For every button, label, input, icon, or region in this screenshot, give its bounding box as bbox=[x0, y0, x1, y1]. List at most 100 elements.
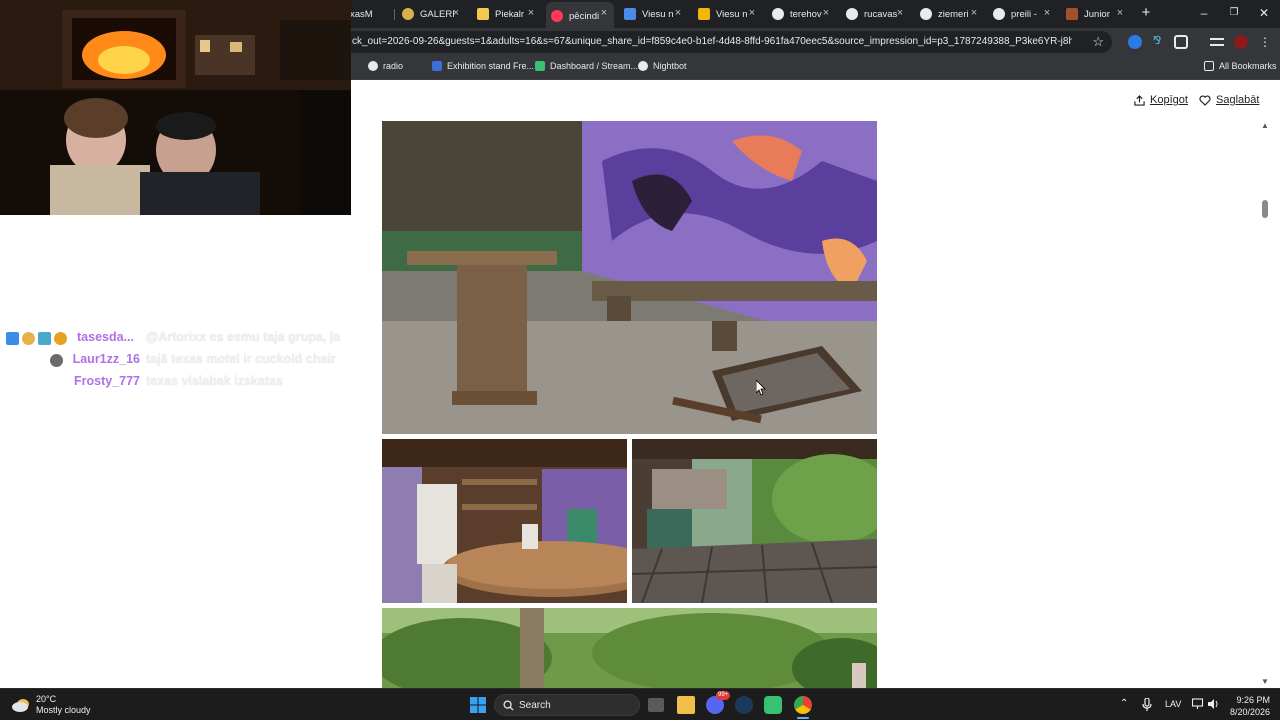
tab-11[interactable]: Junior × bbox=[1066, 4, 1126, 24]
sub-badge-icon bbox=[6, 332, 19, 345]
system-clock[interactable]: 9:26 PM 8/20/2026 bbox=[1222, 694, 1270, 718]
listing-photo-kitchen[interactable] bbox=[382, 439, 627, 603]
listing-photo-terrace[interactable] bbox=[632, 439, 877, 603]
search-label: Search bbox=[519, 700, 551, 711]
clock-date: 8/20/2026 bbox=[1229, 707, 1270, 717]
tab-title: ziemeri bbox=[938, 8, 969, 20]
exhibition-icon bbox=[432, 61, 442, 71]
address-bar[interactable]: ck_out=2026-09-26&guests=1&adults=16&s=6… bbox=[340, 31, 1112, 53]
bookmark-nightbot[interactable]: Nightbot bbox=[638, 61, 687, 71]
puzzle-extensions-icon[interactable] bbox=[1174, 35, 1188, 49]
tab-9[interactable]: ziemeri × bbox=[920, 4, 980, 24]
listing-photo-garden[interactable] bbox=[382, 608, 877, 688]
chrome-active-indicator bbox=[797, 717, 809, 719]
tab-title: xasM bbox=[350, 8, 373, 20]
booking-icon bbox=[624, 8, 636, 20]
google-icon bbox=[920, 8, 932, 20]
extension-icon[interactable] bbox=[1128, 35, 1142, 49]
tab-title: preili - bbox=[1011, 8, 1037, 20]
close-icon[interactable]: × bbox=[746, 7, 758, 19]
bookmark-dashboard[interactable]: Dashboard / Stream... bbox=[535, 61, 638, 71]
menu-kebab-icon[interactable]: ⋮ bbox=[1258, 35, 1272, 49]
file-explorer-icon[interactable] bbox=[677, 696, 695, 714]
scroll-down-arrow-icon[interactable]: ▼ bbox=[1261, 677, 1269, 686]
cloud-icon bbox=[12, 699, 29, 712]
clock-time: 9:26 PM bbox=[1236, 695, 1270, 705]
folder-icon bbox=[1204, 61, 1214, 71]
tab-3[interactable]: Piekalr × bbox=[477, 4, 537, 24]
weather-widget[interactable]: 20°C Mostly cloudy bbox=[12, 694, 91, 716]
star-icon bbox=[477, 8, 489, 20]
close-icon[interactable]: × bbox=[525, 7, 537, 19]
gallery-icon bbox=[402, 8, 414, 20]
url-text: ck_out=2026-09-26&guests=1&adults=16&s=6… bbox=[352, 36, 1072, 47]
tab-4-active[interactable]: pēcindi × bbox=[546, 2, 614, 28]
close-icon[interactable]: × bbox=[894, 7, 906, 19]
tab-2[interactable]: GALERI × bbox=[402, 4, 462, 24]
minimize-button[interactable]: – bbox=[1196, 6, 1212, 20]
chat-username: Laur1zz_16 bbox=[72, 352, 140, 366]
all-bookmarks-folder[interactable]: All Bookmarks bbox=[1204, 61, 1277, 71]
chat-text: @Artorixx es esmu taja grupa, ja bbox=[146, 330, 341, 344]
close-icon[interactable]: × bbox=[450, 7, 462, 19]
input-language[interactable]: LAV bbox=[1165, 699, 1181, 709]
close-icon[interactable]: × bbox=[1114, 7, 1126, 19]
page-scrollbar[interactable]: ▲ ▼ bbox=[1259, 121, 1271, 688]
search-icon bbox=[503, 700, 514, 711]
booking-icon bbox=[698, 8, 710, 20]
airbnb-icon bbox=[551, 10, 563, 22]
tab-title: terehov bbox=[790, 8, 822, 20]
scrollbar-thumb[interactable] bbox=[1262, 200, 1268, 218]
tab-title: Viesu n bbox=[642, 8, 674, 20]
tab-7[interactable]: terehov × bbox=[772, 4, 832, 24]
close-icon[interactable]: × bbox=[820, 7, 832, 19]
share-button[interactable]: Kopīgot bbox=[1134, 94, 1188, 106]
tab-5[interactable]: Viesu n × bbox=[624, 4, 684, 24]
close-icon[interactable]: × bbox=[968, 7, 980, 19]
chat-message: Laur1zz_16 tajā texas motel ir cuckold c… bbox=[0, 352, 351, 370]
tab-search-icon[interactable] bbox=[1210, 38, 1224, 46]
tray-overflow-chevron-icon[interactable]: ⌃ bbox=[1120, 698, 1128, 709]
tab-8[interactable]: rucavas × bbox=[846, 4, 906, 24]
tab-10[interactable]: preili - × bbox=[993, 4, 1053, 24]
network-icon[interactable] bbox=[1192, 698, 1204, 710]
tab-6[interactable]: Viesu n × bbox=[698, 4, 758, 24]
bookmark-star-icon[interactable]: ☆ bbox=[1092, 34, 1104, 50]
scroll-up-arrow-icon[interactable]: ▲ bbox=[1261, 121, 1269, 130]
tab-title: Junior bbox=[1084, 8, 1110, 20]
windows-start-icon[interactable] bbox=[470, 697, 486, 713]
microphone-icon[interactable] bbox=[1142, 698, 1152, 711]
nightbot-icon bbox=[638, 61, 648, 71]
taskbar-search[interactable]: Search bbox=[494, 694, 640, 716]
bookmark-exhibition[interactable]: Exhibition stand Fre... bbox=[432, 61, 534, 71]
chart-icon bbox=[1066, 8, 1078, 20]
bookmark-radio[interactable]: radio bbox=[368, 61, 403, 71]
steam-icon[interactable] bbox=[735, 696, 753, 714]
restore-button[interactable]: ❐ bbox=[1226, 7, 1242, 18]
task-view-icon[interactable] bbox=[648, 698, 664, 712]
new-tab-button[interactable]: + bbox=[1138, 5, 1154, 21]
chrome-icon[interactable] bbox=[794, 696, 812, 714]
share-label: Kopīgot bbox=[1150, 94, 1188, 106]
tab-title: Viesu n bbox=[716, 8, 748, 20]
heart-icon bbox=[1199, 94, 1211, 106]
webcam-overlay bbox=[0, 0, 351, 215]
listing-photo-main[interactable] bbox=[382, 121, 877, 434]
discord-icon[interactable]: 99+ bbox=[706, 691, 731, 714]
tab-title: rucavas bbox=[864, 8, 898, 20]
radio-icon bbox=[368, 61, 378, 71]
profile-avatar[interactable] bbox=[1234, 35, 1248, 49]
volume-icon[interactable] bbox=[1208, 698, 1220, 710]
save-button[interactable]: Saglabāt bbox=[1199, 94, 1259, 106]
close-icon[interactable]: × bbox=[1041, 7, 1053, 19]
close-icon[interactable]: × bbox=[598, 7, 610, 19]
close-window-button[interactable]: ✕ bbox=[1256, 6, 1272, 20]
translate-extension-icon[interactable]: ⅋ bbox=[1150, 34, 1164, 48]
chat-username: Frosty_777 bbox=[73, 374, 140, 388]
bookmark-label: Exhibition stand Fre... bbox=[447, 61, 535, 71]
streamelements-app-icon[interactable] bbox=[764, 696, 782, 714]
close-icon[interactable]: × bbox=[672, 7, 684, 19]
tab-1[interactable]: xasM bbox=[350, 4, 390, 24]
windows-taskbar: 20°C Mostly cloudy Search 99+ ⌃ LAV 9:26… bbox=[0, 688, 1280, 720]
bookmark-label: radio bbox=[383, 61, 404, 71]
